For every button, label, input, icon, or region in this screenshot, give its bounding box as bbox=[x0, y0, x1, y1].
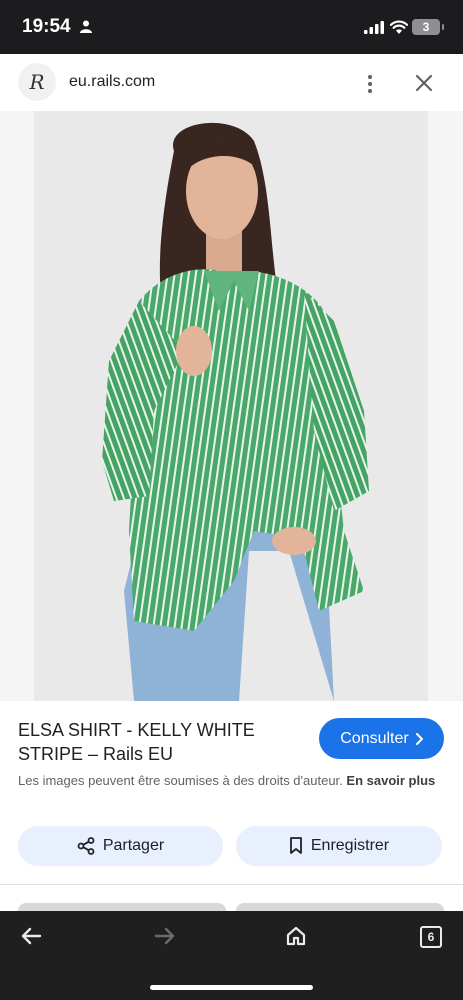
site-logo: R bbox=[18, 63, 56, 101]
person-icon bbox=[80, 20, 92, 33]
status-time: 19:54 bbox=[22, 16, 71, 37]
bottom-nav: 6 bbox=[0, 911, 463, 1000]
status-bar: 19:54 3 bbox=[0, 0, 463, 54]
url-text[interactable]: eu.rails.com bbox=[69, 73, 155, 91]
consult-button[interactable]: Consulter bbox=[319, 718, 444, 759]
share-label: Partager bbox=[102, 837, 165, 854]
save-label: Enregistrer bbox=[310, 837, 390, 854]
wifi-icon bbox=[390, 20, 408, 34]
learn-more-link[interactable]: En savoir plus bbox=[346, 773, 435, 788]
divider bbox=[0, 884, 463, 885]
tabs-icon[interactable]: 6 bbox=[420, 926, 442, 948]
save-button[interactable]: Enregistrer bbox=[236, 826, 442, 866]
signal-icon bbox=[364, 21, 384, 34]
back-icon[interactable] bbox=[20, 926, 42, 946]
home-icon[interactable] bbox=[285, 925, 307, 947]
copyright-notice: Les images peuvent être soumises à des d… bbox=[18, 772, 438, 790]
share-button[interactable]: Partager bbox=[18, 826, 223, 866]
product-title[interactable]: ELSA SHIRT - KELLY WHITE STRIPE – Rails … bbox=[18, 718, 308, 766]
consult-label: Consulter bbox=[340, 729, 409, 747]
share-icon bbox=[77, 837, 95, 855]
image-area bbox=[0, 111, 463, 701]
battery-tip bbox=[442, 24, 444, 30]
product-image[interactable] bbox=[34, 111, 428, 701]
battery-indicator: 3 bbox=[412, 19, 440, 35]
close-icon[interactable] bbox=[412, 71, 436, 95]
home-indicator bbox=[150, 985, 313, 990]
copyright-text: Les images peuvent être soumises à des d… bbox=[18, 773, 343, 788]
url-bar: R eu.rails.com bbox=[0, 54, 463, 111]
chevron-right-icon bbox=[415, 732, 423, 745]
more-vert-icon[interactable] bbox=[360, 72, 380, 96]
bookmark-icon bbox=[289, 837, 302, 854]
forward-icon[interactable] bbox=[154, 926, 176, 946]
